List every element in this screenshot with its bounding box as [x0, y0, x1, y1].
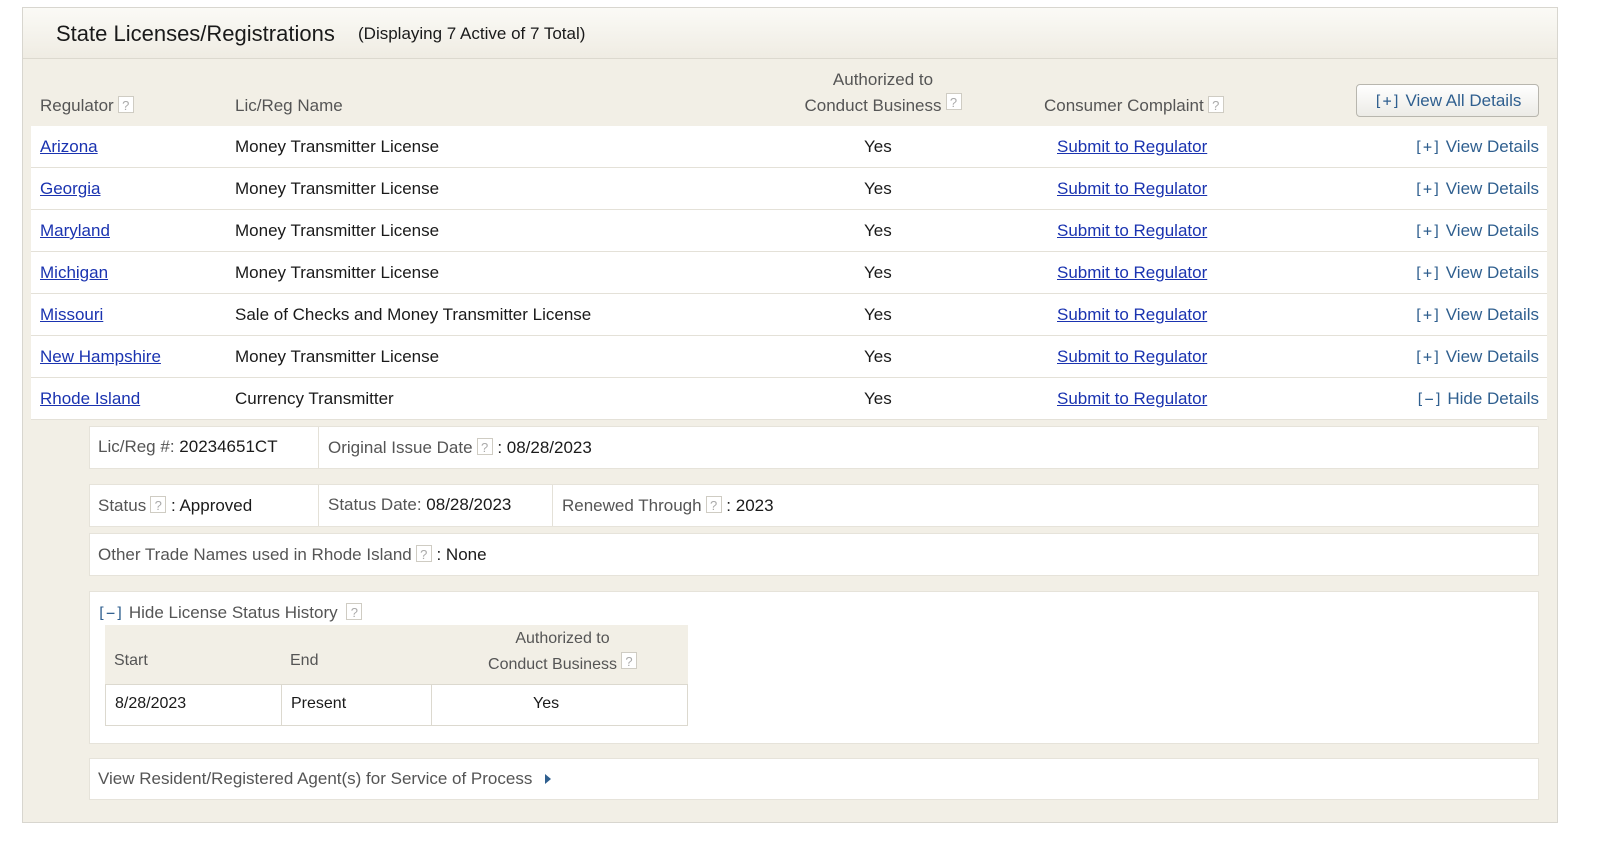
- table-row: 8/28/2023 Present Yes: [105, 684, 688, 726]
- table-row: Michigan Money Transmitter License Yes S…: [31, 252, 1547, 294]
- view-details-toggle[interactable]: [+] View Details: [1414, 210, 1539, 252]
- panel-title: State Licenses/Registrations: [56, 21, 335, 46]
- history-header-authorized: Authorized to Conduct Business?: [465, 626, 660, 678]
- regulator-link[interactable]: Maryland: [40, 210, 110, 251]
- authorized-value: Yes: [864, 179, 892, 198]
- view-details-toggle[interactable]: [+] View Details: [1414, 336, 1539, 378]
- submit-to-regulator-link[interactable]: Submit to Regulator: [1057, 210, 1207, 251]
- authorized-value: Yes: [864, 263, 892, 282]
- history-table: Start End Authorized to Conduct Business…: [105, 625, 688, 727]
- expand-icon: [+]: [1413, 348, 1442, 366]
- collapse-icon: [−]: [97, 604, 125, 622]
- trade-names-box: Other Trade Names used in Rhode Island? …: [89, 533, 1539, 576]
- trade-names-field: Other Trade Names used in Rhode Island? …: [98, 545, 487, 564]
- submit-to-regulator-link[interactable]: Submit to Regulator: [1057, 126, 1207, 167]
- renewed-through-field: Renewed Through? : 2023: [562, 496, 774, 515]
- help-icon[interactable]: ?: [476, 438, 493, 455]
- licreg-name: Money Transmitter License: [235, 179, 440, 198]
- submit-to-regulator-link[interactable]: Submit to Regulator: [1057, 294, 1207, 335]
- view-details-toggle[interactable]: [+] View Details: [1414, 168, 1539, 210]
- table-row: Missouri Sale of Checks and Money Transm…: [31, 294, 1547, 336]
- expand-icon: [+]: [1413, 264, 1442, 282]
- licreg-name: Money Transmitter License: [235, 137, 440, 156]
- history-header-start: Start: [114, 652, 148, 669]
- submit-to-regulator-link[interactable]: Submit to Regulator: [1057, 378, 1207, 419]
- licreg-name: Money Transmitter License: [235, 221, 440, 240]
- licreg-name: Sale of Checks and Money Transmitter Lic…: [235, 305, 592, 324]
- expand-icon: [+]: [1413, 180, 1442, 198]
- authorized-value: Yes: [864, 389, 892, 408]
- state-licenses-panel: State Licenses/Registrations (Displaying…: [22, 7, 1558, 823]
- view-details-toggle[interactable]: [+] View Details: [1414, 294, 1539, 336]
- expand-icon: [+]: [1413, 138, 1442, 156]
- panel-subtitle: (Displaying 7 Active of 7 Total): [358, 24, 586, 43]
- registered-agents-box: View Resident/Registered Agent(s) for Se…: [89, 758, 1539, 800]
- help-icon[interactable]: ?: [117, 96, 134, 113]
- licreg-name: Currency Transmitter: [235, 389, 394, 408]
- licenses-table: Arizona Money Transmitter License Yes Su…: [31, 126, 1547, 420]
- panel-titlebar: State Licenses/Registrations (Displaying…: [23, 8, 1557, 59]
- help-icon[interactable]: ?: [150, 496, 167, 513]
- header-regulator: Regulator?: [40, 96, 134, 116]
- table-row: Georgia Money Transmitter License Yes Su…: [31, 168, 1547, 210]
- collapse-icon: [−]: [1415, 390, 1443, 408]
- licreg-name: Money Transmitter License: [235, 347, 440, 366]
- authorized-value: Yes: [864, 347, 892, 366]
- original-issue-date: Original Issue Date? : 08/28/2023: [328, 438, 592, 457]
- help-icon[interactable]: ?: [620, 652, 637, 669]
- help-icon[interactable]: ?: [346, 603, 363, 620]
- expand-icon: [+]: [1373, 92, 1401, 110]
- authorized-value: Yes: [864, 221, 892, 240]
- status-details-box: Status? : Approved Status Date: 08/28/20…: [89, 484, 1539, 527]
- history-start-value: 8/28/2023: [115, 695, 187, 712]
- expand-icon: [+]: [1413, 222, 1442, 240]
- history-authorized-value: Yes: [533, 695, 560, 712]
- submit-to-regulator-link[interactable]: Submit to Regulator: [1057, 336, 1207, 377]
- licreg-number-label: Lic/Reg #: 20234651CT: [98, 437, 278, 456]
- hide-license-status-history-toggle[interactable]: [−] Hide License Status History ?: [97, 603, 363, 623]
- view-details-toggle[interactable]: [+] View Details: [1414, 252, 1539, 294]
- header-authorized: Authorized to Conduct Business?: [783, 67, 983, 119]
- regulator-link[interactable]: New Hampshire: [40, 336, 161, 377]
- header-licreg-name: Lic/Reg Name: [235, 96, 343, 115]
- view-all-details-button[interactable]: [+] View All Details: [1356, 84, 1539, 117]
- expand-icon: [+]: [1413, 306, 1442, 324]
- header-consumer-complaint: Consumer Complaint?: [1044, 96, 1224, 116]
- help-icon[interactable]: ?: [705, 496, 722, 513]
- regulator-link[interactable]: Arizona: [40, 126, 98, 167]
- help-icon[interactable]: ?: [1207, 96, 1224, 113]
- submit-to-regulator-link[interactable]: Submit to Regulator: [1057, 252, 1207, 293]
- table-row: New Hampshire Money Transmitter License …: [31, 336, 1547, 378]
- history-table-header: Start End Authorized to Conduct Business…: [105, 625, 688, 684]
- history-header-end: End: [290, 652, 319, 669]
- licreg-name: Money Transmitter License: [235, 263, 440, 282]
- authorized-value: Yes: [864, 137, 892, 156]
- regulator-link[interactable]: Georgia: [40, 168, 100, 209]
- view-registered-agents-link[interactable]: View Resident/Registered Agent(s) for Se…: [98, 769, 553, 789]
- submit-to-regulator-link[interactable]: Submit to Regulator: [1057, 168, 1207, 209]
- hide-details-toggle[interactable]: [−] Hide Details: [1416, 378, 1539, 420]
- table-row: Maryland Money Transmitter License Yes S…: [31, 210, 1547, 252]
- status-field: Status? : Approved: [98, 496, 253, 515]
- regulator-link[interactable]: Missouri: [40, 294, 103, 335]
- authorized-value: Yes: [864, 305, 892, 324]
- regulator-link[interactable]: Rhode Island: [40, 378, 140, 419]
- caret-right-icon: [545, 774, 552, 784]
- help-icon[interactable]: ?: [945, 93, 962, 110]
- help-icon[interactable]: ?: [415, 545, 432, 562]
- status-date-field: Status Date: 08/28/2023: [328, 495, 512, 514]
- history-end-value: Present: [291, 695, 347, 712]
- table-row: Arizona Money Transmitter License Yes Su…: [31, 126, 1547, 168]
- regulator-link[interactable]: Michigan: [40, 252, 108, 293]
- licreg-details-box: Lic/Reg #: 20234651CT Original Issue Dat…: [89, 426, 1539, 469]
- view-details-toggle[interactable]: [+] View Details: [1414, 126, 1539, 168]
- table-row: Rhode Island Currency Transmitter Yes Su…: [31, 378, 1547, 420]
